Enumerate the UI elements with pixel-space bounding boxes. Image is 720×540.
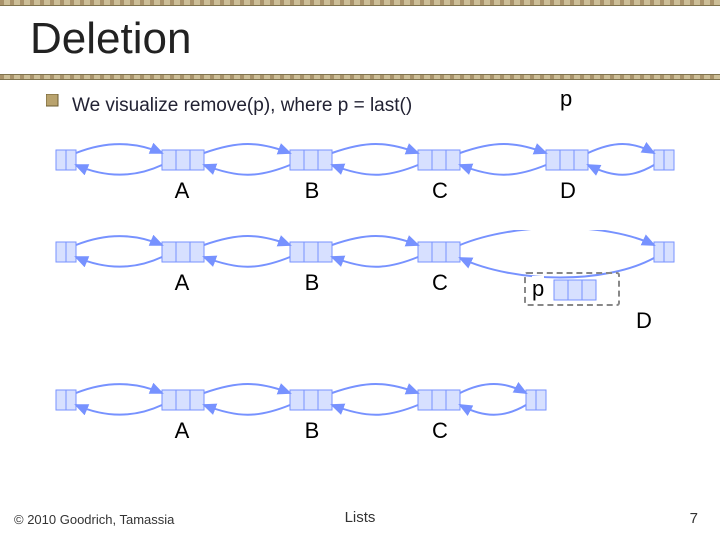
- pointer-label-p-1: p: [560, 86, 572, 112]
- node-label: A: [168, 178, 196, 204]
- diagram-stage-3: A B C: [46, 378, 700, 442]
- bullet-icon: [46, 94, 64, 112]
- node-label: C: [426, 178, 454, 204]
- linked-list-svg-3: [46, 378, 686, 424]
- page-title: Deletion: [30, 14, 720, 64]
- node-label: A: [168, 270, 196, 296]
- bullet-text: We visualize remove(p), where p = last(): [72, 94, 412, 118]
- diagram-stage-2: A B C p D: [46, 230, 700, 358]
- node-label: C: [426, 270, 454, 296]
- page-number: 7: [690, 510, 698, 527]
- footer-title: Lists: [0, 509, 720, 526]
- linked-list-svg-1: [46, 138, 686, 184]
- node-label: B: [298, 418, 326, 444]
- node-label: C: [426, 418, 454, 444]
- top-rail: [0, 0, 720, 6]
- node-label: B: [298, 178, 326, 204]
- bullet-item: We visualize remove(p), where p = last(): [46, 94, 700, 118]
- detached-node-label: D: [636, 308, 652, 334]
- pointer-label-p-2: p: [532, 276, 544, 302]
- node-label: D: [554, 178, 582, 204]
- node-label: A: [168, 418, 196, 444]
- node-label: B: [298, 270, 326, 296]
- diagram-stage-1: A B C D: [46, 138, 700, 210]
